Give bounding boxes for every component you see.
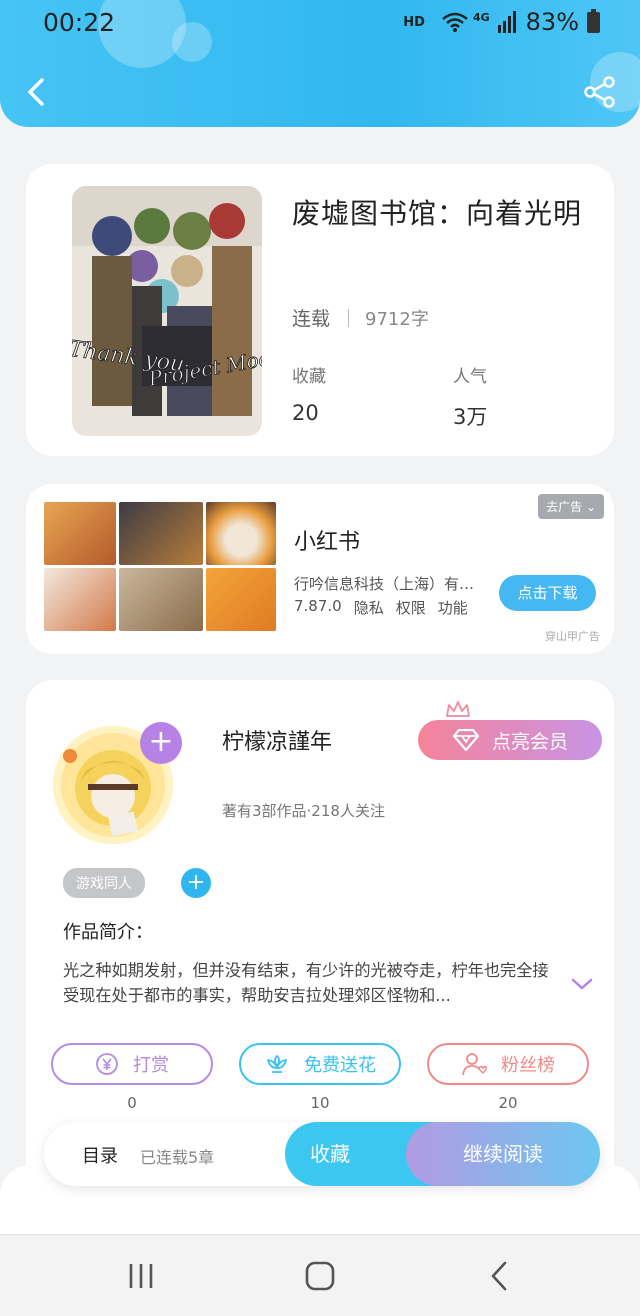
ad-features-link[interactable]: 功能 — [438, 597, 468, 618]
intro-text: 光之种如期发射，但并没有结束，有少许的光被夺走，柠年也完全接受现在处于都市的事实… — [63, 961, 549, 1005]
diamond-icon — [452, 729, 480, 751]
yen-coin-icon — [96, 1053, 118, 1075]
ad-meta-row: 7.87.0 隐私 权限 功能 — [294, 597, 468, 618]
author-stats: 著有3部作品·218人关注 — [222, 802, 385, 820]
expand-intro-chevron-icon[interactable] — [570, 976, 594, 992]
status-time: 00:22 — [43, 8, 116, 37]
genre-tag[interactable]: 游戏同人 — [63, 868, 145, 898]
book-info-card: Thank you Project Moon 废墟图书馆：向着光明 连载 971… — [26, 164, 614, 456]
word-count: 9712字 — [365, 308, 429, 330]
chapter-count: 已连载5章 — [140, 1148, 215, 1167]
ad-food-image — [119, 568, 203, 631]
flower-count: 10 — [310, 1094, 330, 1112]
ad-download-button[interactable]: 点击下载 — [499, 575, 596, 611]
popularity-label: 人气 — [453, 367, 487, 387]
crown-icon — [446, 701, 470, 717]
wifi-icon — [442, 12, 468, 32]
remove-ad-button[interactable]: 去广告 ⌄ — [538, 494, 604, 519]
tip-label: 打赏 — [133, 1055, 169, 1076]
tip-count: 0 — [127, 1094, 137, 1112]
signal-icon — [497, 11, 516, 33]
battery-icon — [587, 8, 600, 33]
fan-ranking-label: 粉丝榜 — [501, 1055, 555, 1076]
hd-indicator: HD — [403, 14, 425, 30]
author-name: 柠檬凉謹年 — [222, 730, 333, 755]
ad-company: 行吟信息科技（上海）有限公司 — [294, 575, 484, 593]
ad-privacy-link[interactable]: 隐私 — [354, 597, 384, 618]
table-of-contents-button[interactable]: 目录 — [82, 1142, 118, 1168]
ad-permissions-link[interactable]: 权限 — [396, 597, 426, 618]
home-icon[interactable] — [300, 1259, 340, 1293]
decor-bubble — [172, 22, 212, 62]
battery-percent: 83% — [525, 8, 579, 36]
continue-reading-button[interactable]: 继续阅读 — [406, 1122, 600, 1186]
recent-apps-icon[interactable] — [121, 1259, 161, 1293]
favorites-label: 收藏 — [292, 367, 326, 387]
intro-label: 作品简介： — [63, 922, 153, 943]
ad-food-image — [206, 568, 276, 631]
send-flower-label: 免费送花 — [304, 1055, 376, 1076]
favorites-stat: 收藏 20 — [292, 362, 326, 425]
ad-food-image — [44, 568, 116, 631]
popularity-stat: 人气 3万 — [453, 362, 487, 431]
book-title: 废墟图书馆：向着光明 — [292, 197, 583, 230]
ad-image-collage[interactable] — [44, 502, 276, 632]
book-cover-image[interactable]: Thank you Project Moon — [72, 186, 262, 436]
fan-count: 20 — [498, 1094, 518, 1112]
ad-card[interactable]: 去广告 ⌄ 小红书 行吟信息科技（上海）有限公司 7.87.0 隐私 权限 功能… — [26, 484, 614, 654]
add-tag-button[interactable]: + — [181, 868, 211, 898]
share-button[interactable] — [582, 74, 618, 110]
system-nav-bar — [0, 1234, 640, 1316]
ad-app-name: 小红书 — [294, 530, 361, 555]
fan-user-icon — [462, 1053, 487, 1076]
vip-button[interactable]: 点亮会员 — [418, 720, 602, 760]
favorites-value: 20 — [292, 401, 319, 425]
ad-food-image — [44, 502, 116, 565]
tip-button[interactable]: 打赏 — [51, 1043, 213, 1085]
app-header: 00:22 HD 4G 83% — [0, 0, 640, 127]
ad-food-image — [119, 502, 203, 565]
vip-button-label: 点亮会员 — [491, 730, 568, 753]
status-icons: HD 4G 83% — [403, 8, 600, 36]
network-type: 4G — [472, 10, 490, 24]
send-flower-button[interactable]: 免费送花 — [239, 1043, 401, 1085]
serial-status: 连载 — [292, 308, 331, 330]
flower-icon — [267, 1055, 287, 1073]
popularity-value: 3万 — [453, 405, 488, 429]
ad-food-image — [206, 502, 276, 565]
bottom-action-bar: 目录 已连载5章 收藏 继续阅读 — [44, 1122, 600, 1186]
remove-ad-label: 去广告 — [546, 500, 583, 514]
back-button[interactable] — [18, 72, 54, 112]
fan-ranking-button[interactable]: 粉丝榜 — [427, 1043, 589, 1085]
book-status-row: 连载 9712字 — [292, 304, 429, 331]
follow-author-button[interactable]: + — [140, 722, 182, 764]
divider — [348, 308, 350, 327]
nav-back-icon[interactable] — [480, 1259, 520, 1293]
ad-source: 穿山甲广告 — [545, 630, 600, 643]
ad-version: 7.87.0 — [294, 597, 342, 615]
